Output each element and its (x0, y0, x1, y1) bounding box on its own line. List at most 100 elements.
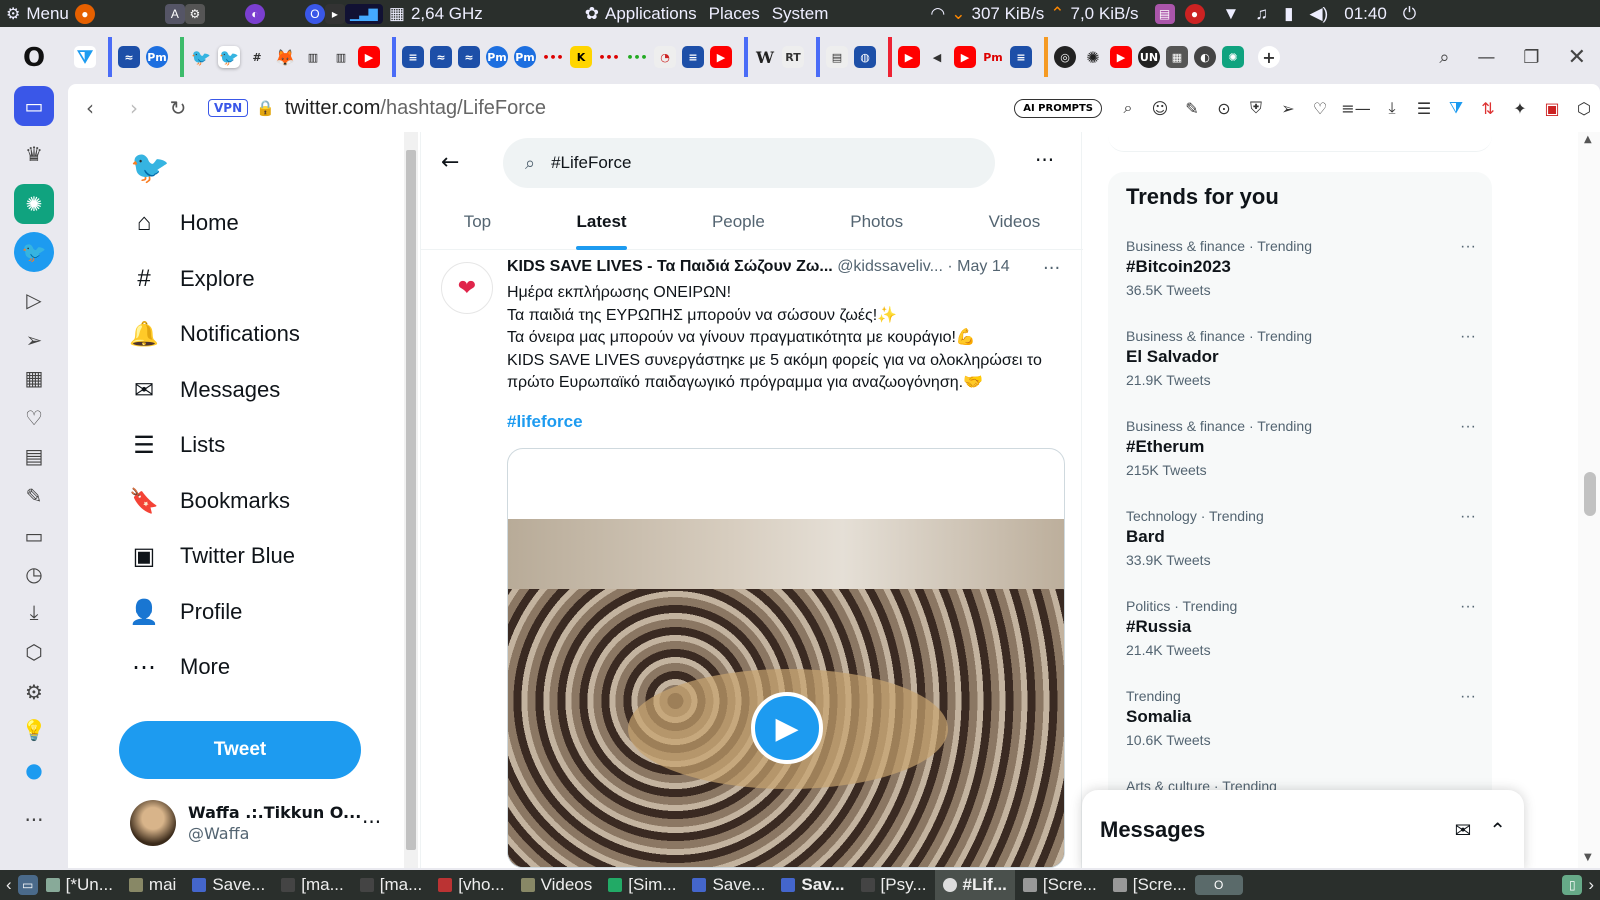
video-thumbnail[interactable]: ▶ (508, 519, 1064, 867)
nav-item-notifications[interactable]: 🔔 Notifications (129, 320, 300, 348)
clock[interactable]: 01:40 (1336, 4, 1395, 24)
metamask-favicon[interactable]: 🦊 (274, 46, 296, 68)
download-icon[interactable]: ⤓ (1376, 98, 1408, 118)
nav-item-bookmarks[interactable]: 🔖 Bookmarks (129, 487, 290, 515)
search-more-icon[interactable]: ··· (1035, 148, 1054, 172)
flickr-favicon[interactable]: ••• (598, 46, 620, 68)
tab-latest[interactable]: Latest (576, 194, 627, 250)
extension-red-icon[interactable]: ▣ (1536, 99, 1568, 118)
downloads-icon[interactable]: ⤓ (14, 592, 54, 632)
scrollbar-thumb[interactable] (1584, 472, 1596, 516)
taskbar-item[interactable]: Save... (184, 870, 273, 900)
tweet-author-avatar[interactable]: ❤ (441, 262, 493, 314)
workspaces-icon[interactable]: ▭ (14, 86, 54, 126)
trend-item[interactable]: Politics · Trending #Russia 21.4K Tweets… (1126, 598, 1476, 658)
nav-item-messages[interactable]: ✉ Messages (130, 376, 280, 404)
equalizer-icon[interactable]: ▤ (1154, 3, 1175, 24)
grid-favicon[interactable]: ▦ (1166, 46, 1188, 68)
youtube-favicon[interactable]: ▶ (898, 46, 920, 68)
opera-window-icon[interactable]: O (1194, 875, 1243, 895)
font-icon[interactable]: A (164, 3, 185, 24)
record-icon[interactable]: ● (1184, 3, 1205, 24)
messages-drawer[interactable]: Messages ✉ ⌃ (1082, 790, 1524, 868)
tweet-author-name[interactable]: KIDS SAVE LIVES - Τα Παιδιά Σώζουν Ζω... (507, 258, 833, 275)
scrollbar-thumb[interactable] (406, 150, 416, 850)
trend-item[interactable]: Trending Somalia 10.6K Tweets ··· (1126, 688, 1476, 748)
ai-prompts-button[interactable]: AI PROMPTS (1014, 98, 1102, 118)
restore-icon[interactable]: ❐ (1509, 47, 1553, 68)
app-favicon[interactable]: ◎ (1054, 46, 1076, 68)
back-arrow-icon[interactable]: ← (441, 150, 459, 175)
trend-more-icon[interactable]: ··· (1460, 328, 1476, 346)
tweet-date[interactable]: · May 14 (947, 258, 1009, 275)
trend-item[interactable]: Business & finance · Trending #Bitcoin20… (1126, 238, 1476, 298)
heart-icon[interactable]: ♡ (14, 398, 54, 438)
menu-button[interactable]: ⚙ Menu (0, 0, 75, 27)
trend-more-icon[interactable]: ··· (1460, 598, 1476, 616)
player-icon[interactable]: ▷ (14, 280, 54, 320)
taskbar-item[interactable]: Sav... (773, 870, 852, 900)
news-favicon[interactable]: ≈ (458, 46, 480, 68)
tweet-author-handle[interactable]: @kidssaveliv... (837, 258, 943, 275)
taskbar-item[interactable]: mai (121, 870, 184, 900)
sidebar-more-icon[interactable]: ··· (14, 800, 54, 840)
trend-more-icon[interactable]: ··· (1460, 688, 1476, 706)
nav-item-more[interactable]: ⋯ More (130, 653, 230, 681)
archive-favicon[interactable]: ▥ (302, 46, 324, 68)
twitter-sidebar-icon[interactable]: 🐦 (14, 232, 54, 272)
taskbar-item[interactable]: [Scre... (1015, 870, 1105, 900)
scroll-down-icon[interactable]: ▼ (1584, 852, 1592, 863)
extension-cube-icon[interactable]: ⬡ (1568, 99, 1600, 118)
youtube-favicon[interactable]: ▶ (710, 46, 732, 68)
podcast-icon[interactable]: ◐ (244, 3, 265, 24)
search-input[interactable]: ⌕ #LifeForce (503, 138, 995, 188)
taskbar-item[interactable]: Save... (684, 870, 773, 900)
settings-gear-icon[interactable]: ⚙ (14, 672, 54, 712)
taskbar-item[interactable]: [Scre... (1105, 870, 1195, 900)
tab-photos[interactable]: Photos (850, 194, 903, 250)
notification-bell-icon[interactable]: ♫ (1247, 4, 1276, 24)
pm-red-favicon[interactable]: Pm (982, 46, 1004, 68)
apps-grid-icon[interactable]: ▦ (14, 358, 54, 398)
taskbar-item[interactable]: Videos (513, 870, 601, 900)
tweet-hashtag-link[interactable]: #lifeforce (507, 412, 583, 432)
taskbar-item[interactable]: [*Un... (38, 870, 121, 900)
trend-more-icon[interactable]: ··· (1460, 508, 1476, 526)
active-twitter-favicon[interactable]: 🐦 (218, 46, 240, 68)
system-menu[interactable]: System (766, 0, 835, 27)
nav-item-profile[interactable]: 👤 Profile (129, 598, 242, 626)
lock-icon[interactable]: 🔒 (256, 99, 275, 117)
un-favicon[interactable]: UN (1138, 46, 1160, 68)
twitter-favicon[interactable]: 🐦 (190, 46, 212, 68)
pm-favicon[interactable]: Pm (486, 46, 508, 68)
applications-menu[interactable]: ✿ Applications (579, 0, 703, 27)
news-favicon[interactable]: ≈ (118, 46, 140, 68)
account-switcher[interactable]: Waffa .:.Tikkun O... @Waffa (130, 800, 361, 846)
send-icon[interactable]: ➢ (14, 320, 54, 360)
chatgpt-favicon[interactable]: ✺ (1082, 46, 1104, 68)
chatgpt-favicon[interactable]: ✺ (1222, 46, 1244, 68)
edit-pen-icon[interactable]: ✎ (1176, 99, 1208, 118)
taskbar-item[interactable]: [ma... (273, 870, 352, 900)
flickr-favicon[interactable]: ••• (542, 46, 564, 68)
expand-chevron-icon[interactable]: ⌃ (1489, 818, 1506, 842)
news-favicon[interactable]: ≡ (1010, 46, 1032, 68)
extensions-icon[interactable]: ⬡ (14, 632, 54, 672)
power-icon[interactable]: ⏻ (1395, 4, 1424, 24)
pm-favicon[interactable]: Pm (514, 46, 536, 68)
globe-favicon[interactable]: ◍ (854, 46, 876, 68)
dots-favicon[interactable]: ••• (626, 46, 648, 68)
new-tab-icon[interactable]: + (1258, 46, 1280, 68)
volume-icon[interactable]: ◀) (1301, 4, 1336, 24)
tabs-icon[interactable]: ▭ (14, 516, 54, 556)
camera-icon[interactable]: ⊙ (1208, 99, 1240, 118)
account-more-icon[interactable]: ··· (362, 810, 381, 834)
new-message-icon[interactable]: ✉ (1454, 818, 1471, 842)
taskbar-left-arrow-icon[interactable]: ‹ (0, 875, 18, 895)
firefox-icon[interactable]: ● (74, 3, 95, 24)
easy-setup-icon[interactable]: ☰ (1408, 99, 1440, 118)
news-favicon[interactable]: ≈ (430, 46, 452, 68)
wifi-signal-icon[interactable]: ▼ (1215, 4, 1248, 24)
battery-icon[interactable]: ▮ (1276, 4, 1301, 24)
crown-icon[interactable]: ♛ (14, 134, 54, 174)
